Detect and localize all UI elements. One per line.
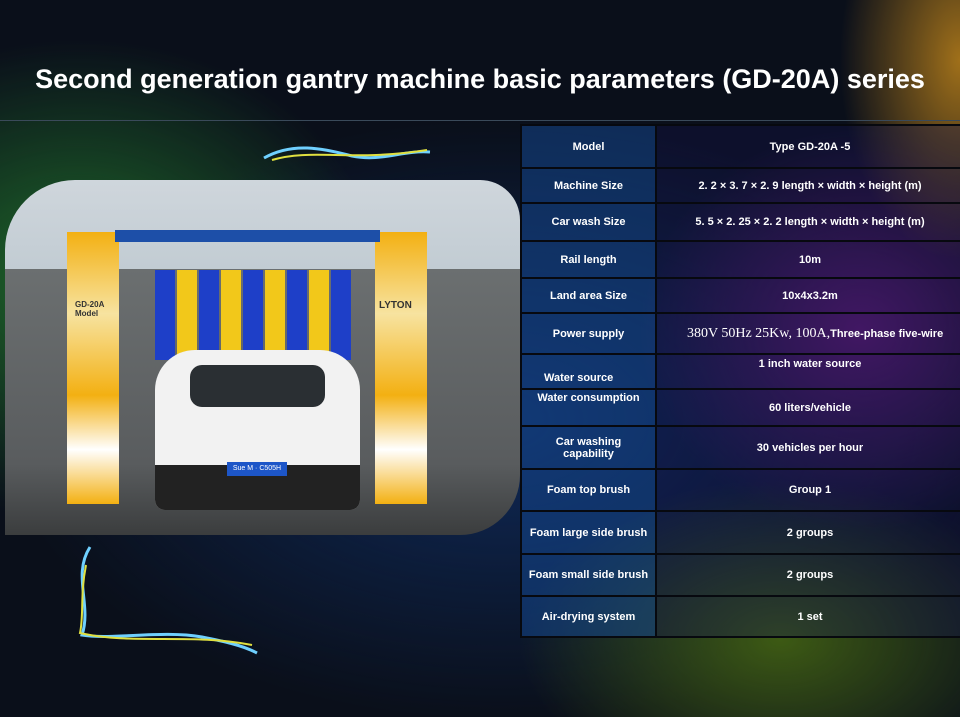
param-value: 60 liters/vehicle	[655, 388, 960, 427]
param-value: 2. 2 × 3. 7 × 2. 9 length × width × heig…	[655, 167, 960, 204]
table-row: Car wash Size 5. 5 × 2. 25 × 2. 2 length …	[520, 202, 960, 242]
car: Sue M · C505H	[155, 350, 360, 510]
param-name: Foam small side brush	[520, 553, 657, 597]
param-value: 10m	[655, 240, 960, 279]
decorative-swirl-bottom	[78, 546, 258, 655]
table-row: Rail length 10m	[520, 240, 960, 279]
param-name: Water source	[520, 353, 657, 390]
power-wiring: Three-phase five-wire	[830, 327, 944, 340]
param-value: Type GD-20A -5	[655, 124, 960, 169]
param-value: 10x4x3.2m	[655, 277, 960, 314]
table-row: Water source 1 inch water source	[520, 353, 960, 390]
machine-label: GD-20A Model	[75, 300, 105, 318]
param-name: Machine Size	[520, 167, 657, 204]
table-row: Air-drying system 1 set	[520, 595, 960, 638]
param-name: Power supply	[520, 312, 657, 355]
table-row: Model Type GD-20A -5	[520, 124, 960, 169]
decorative-swirl-top	[263, 146, 431, 161]
parameters-table: Model Type GD-20A -5 Machine Size 2. 2 × 3…	[520, 124, 960, 638]
param-value: 2 groups	[655, 510, 960, 555]
param-name: Car washing capability	[520, 425, 657, 470]
param-value: 2 groups	[655, 553, 960, 597]
param-name: Air-drying system	[520, 595, 657, 638]
slide-title: Second generation gantry machine basic p…	[35, 64, 925, 94]
param-name: Car wash Size	[520, 202, 657, 242]
param-value: 1 set	[655, 595, 960, 638]
license-plate: Sue M · C505H	[227, 462, 287, 476]
param-value: Group 1	[655, 468, 960, 512]
table-row: Car washing capability 30 vehicles per ho…	[520, 425, 960, 470]
table-row: Power supply 380V 50Hz 25Kw, 100A,Three-p…	[520, 312, 960, 355]
title-divider	[0, 120, 960, 121]
param-name: Model	[520, 124, 657, 169]
param-value: 5. 5 × 2. 25 × 2. 2 length × width × hei…	[655, 202, 960, 242]
param-value: 30 vehicles per hour	[655, 425, 960, 470]
table-row: Water consumption 60 liters/vehicle	[520, 388, 960, 427]
param-name: Land area Size	[520, 277, 657, 314]
gantry-beam	[115, 230, 380, 242]
table-row: Land area Size 10x4x3.2m	[520, 277, 960, 314]
param-name: Foam top brush	[520, 468, 657, 512]
param-name: Foam large side brush	[520, 510, 657, 555]
table-row: Machine Size 2. 2 × 3. 7 × 2. 9 length × …	[520, 167, 960, 204]
power-spec: 380V 50Hz 25Kw, 100A,	[687, 325, 831, 341]
param-name: Water consumption	[520, 388, 657, 427]
param-name: Rail length	[520, 240, 657, 279]
car-wash-machine-photo: GD-20A Model LYTON Sue M · C505H	[5, 180, 520, 535]
param-value: 380V 50Hz 25Kw, 100A,Three-phase five-wi…	[655, 312, 960, 355]
table-row: Foam top brush Group 1	[520, 468, 960, 512]
brand-label: LYTON	[379, 300, 412, 311]
table-row: Foam large side brush 2 groups	[520, 510, 960, 555]
gantry-left-pillar	[67, 232, 119, 504]
param-value: 1 inch water source	[655, 353, 960, 390]
table-row: Foam small side brush 2 groups	[520, 553, 960, 597]
gantry-right-pillar	[375, 232, 427, 504]
